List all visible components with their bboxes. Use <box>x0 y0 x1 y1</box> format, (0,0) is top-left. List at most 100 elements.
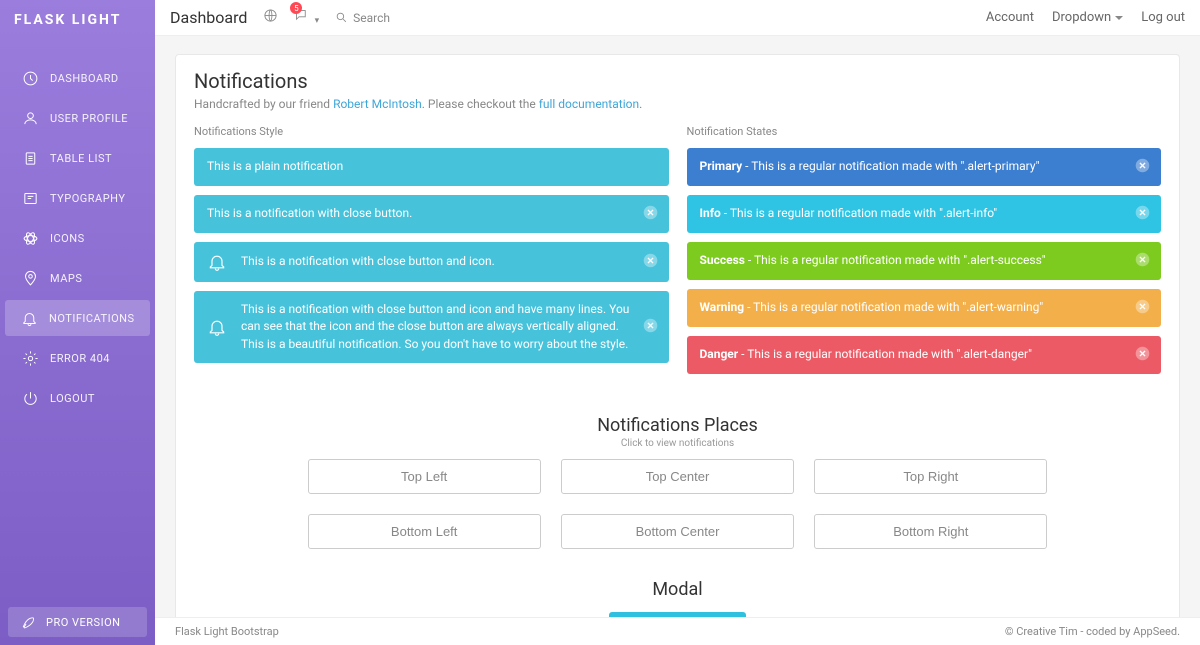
sidebar-item-label: TABLE LIST <box>50 152 112 165</box>
sidebar-item-label: DASHBOARD <box>50 72 119 85</box>
place-bottom-right[interactable]: Bottom Right <box>814 514 1047 549</box>
sidebar-item-dashboard[interactable]: DASHBOARD <box>5 60 150 96</box>
user-icon <box>21 109 39 127</box>
brand-title: FLASK LIGHT <box>0 0 155 40</box>
sidebar-item-label: TYPOGRAPHY <box>50 192 125 205</box>
author-link[interactable]: Robert McIntosh <box>333 97 422 111</box>
typography-icon <box>21 189 39 207</box>
place-bottom-center[interactable]: Bottom Center <box>561 514 794 549</box>
alert-suffix: - This is a regular notification made wi… <box>721 206 997 220</box>
alert-with-icon: This is a notification with close button… <box>194 242 669 282</box>
close-icon[interactable] <box>642 252 659 272</box>
close-icon[interactable] <box>642 317 659 337</box>
alert-text: Danger - This is a regular notification … <box>700 346 1149 363</box>
alert-prefix: Info <box>700 206 721 220</box>
alert-warning: Warning - This is a regular notification… <box>687 289 1162 327</box>
alert-plain: This is a plain notification <box>194 148 669 186</box>
main-content: Notifications Handcrafted by our friend … <box>155 36 1200 617</box>
sidebar-item-label: MAPS <box>50 272 82 285</box>
account-link[interactable]: Account <box>986 10 1034 25</box>
close-icon[interactable] <box>642 204 659 224</box>
place-bottom-left[interactable]: Bottom Left <box>308 514 541 549</box>
alert-suffix: - This is a regular notification made wi… <box>742 159 1039 173</box>
alert-suffix: - This is a regular notification made wi… <box>745 253 1046 267</box>
alert-danger: Danger - This is a regular notification … <box>687 336 1162 374</box>
alert-suffix: - This is a regular notification made wi… <box>738 347 1032 361</box>
alert-prefix: Danger <box>700 347 739 361</box>
alert-primary: Primary - This is a regular notification… <box>687 148 1162 186</box>
bell-icon <box>21 309 38 327</box>
close-icon[interactable] <box>1134 157 1151 177</box>
bell-icon <box>207 252 227 272</box>
sidebar-footer: PRO VERSION <box>0 599 155 645</box>
place-top-left[interactable]: Top Left <box>308 459 541 494</box>
clipboard-icon <box>21 149 39 167</box>
page-title: Notifications <box>194 69 1161 93</box>
states-heading: Notification States <box>687 125 1162 138</box>
notification-styles-column: Notifications Style This is a plain noti… <box>194 125 669 383</box>
sidebar-nav: DASHBOARD USER PROFILE TABLE LIST TYPOGR… <box>0 40 155 599</box>
sidebar-item-logout[interactable]: LOGOUT <box>5 380 150 416</box>
dashboard-icon <box>21 69 39 87</box>
pin-icon <box>21 269 39 287</box>
subtitle-prefix: Handcrafted by our friend <box>194 97 333 111</box>
sidebar-item-user-profile[interactable]: USER PROFILE <box>5 100 150 136</box>
sidebar-item-table-list[interactable]: TABLE LIST <box>5 140 150 176</box>
gear-icon <box>21 349 39 367</box>
sidebar-item-error404[interactable]: ERROR 404 <box>5 340 150 376</box>
alert-text: Info - This is a regular notification ma… <box>700 205 1149 222</box>
subtitle-mid: . Please checkout the <box>422 97 539 111</box>
power-icon <box>21 389 39 407</box>
alert-text: Warning - This is a regular notification… <box>700 299 1149 316</box>
notifications-card: Notifications Handcrafted by our friend … <box>175 54 1180 617</box>
place-top-center[interactable]: Top Center <box>561 459 794 494</box>
rocket-icon <box>20 614 36 630</box>
sidebar-item-notifications[interactable]: NOTIFICATIONS <box>5 300 150 336</box>
page-breadcrumb: Dashboard <box>170 8 247 27</box>
footer-left: Flask Light Bootstrap <box>175 625 279 638</box>
alert-info: Info - This is a regular notification ma… <box>687 195 1162 233</box>
close-icon[interactable] <box>1134 298 1151 318</box>
alert-text: This is a plain notification <box>207 158 656 175</box>
sidebar-item-typography[interactable]: TYPOGRAPHY <box>5 180 150 216</box>
sidebar-item-maps[interactable]: MAPS <box>5 260 150 296</box>
subtitle-suffix: . <box>639 97 642 111</box>
logout-link[interactable]: Log out <box>1141 10 1185 25</box>
alert-text: This is a notification with close button… <box>241 301 656 353</box>
alert-with-close: This is a notification with close button… <box>194 195 669 233</box>
places-title: Notifications Places <box>194 415 1161 436</box>
notifications-dropdown[interactable]: 5 ▾ <box>294 8 319 27</box>
search-icon <box>335 11 348 24</box>
alert-text: Primary - This is a regular notification… <box>700 158 1149 175</box>
alert-multiline: This is a notification with close button… <box>194 291 669 363</box>
bell-icon <box>207 317 227 337</box>
alert-text: This is a notification with close button… <box>241 253 656 270</box>
globe-icon[interactable] <box>263 8 278 27</box>
search-placeholder: Search <box>353 11 390 25</box>
sidebar-item-label: LOGOUT <box>50 392 95 405</box>
sidebar-item-icons[interactable]: ICONS <box>5 220 150 256</box>
page-subtitle: Handcrafted by our friend Robert McIntos… <box>194 97 1161 111</box>
alert-text: Success - This is a regular notification… <box>700 252 1149 269</box>
search-input[interactable]: Search <box>335 11 390 25</box>
notification-places: Notifications Places Click to view notif… <box>194 415 1161 549</box>
sidebar-item-label: ICONS <box>50 232 85 245</box>
sidebar: FLASK LIGHT DASHBOARD USER PROFILE TABLE… <box>0 0 155 645</box>
place-top-right[interactable]: Top Right <box>814 459 1047 494</box>
atom-icon <box>21 229 39 247</box>
sidebar-item-label: ERROR 404 <box>50 352 110 365</box>
close-icon[interactable] <box>1134 345 1151 365</box>
styles-heading: Notifications Style <box>194 125 669 138</box>
close-icon[interactable] <box>1134 204 1151 224</box>
alert-text: This is a notification with close button… <box>207 205 656 222</box>
topbar: Dashboard 5 ▾ Search Account Dropdown Lo… <box>155 0 1200 36</box>
footer-right: © Creative Tim - coded by AppSeed. <box>1005 625 1180 638</box>
pro-version-button[interactable]: PRO VERSION <box>8 607 147 637</box>
modal-title: Modal <box>194 579 1161 600</box>
alert-prefix: Success <box>700 253 745 267</box>
dropdown-menu[interactable]: Dropdown <box>1052 10 1123 25</box>
documentation-link[interactable]: full documentation <box>539 97 639 111</box>
places-subtitle: Click to view notifications <box>194 438 1161 449</box>
alert-suffix: - This is a regular notification made wi… <box>744 300 1043 314</box>
close-icon[interactable] <box>1134 251 1151 271</box>
